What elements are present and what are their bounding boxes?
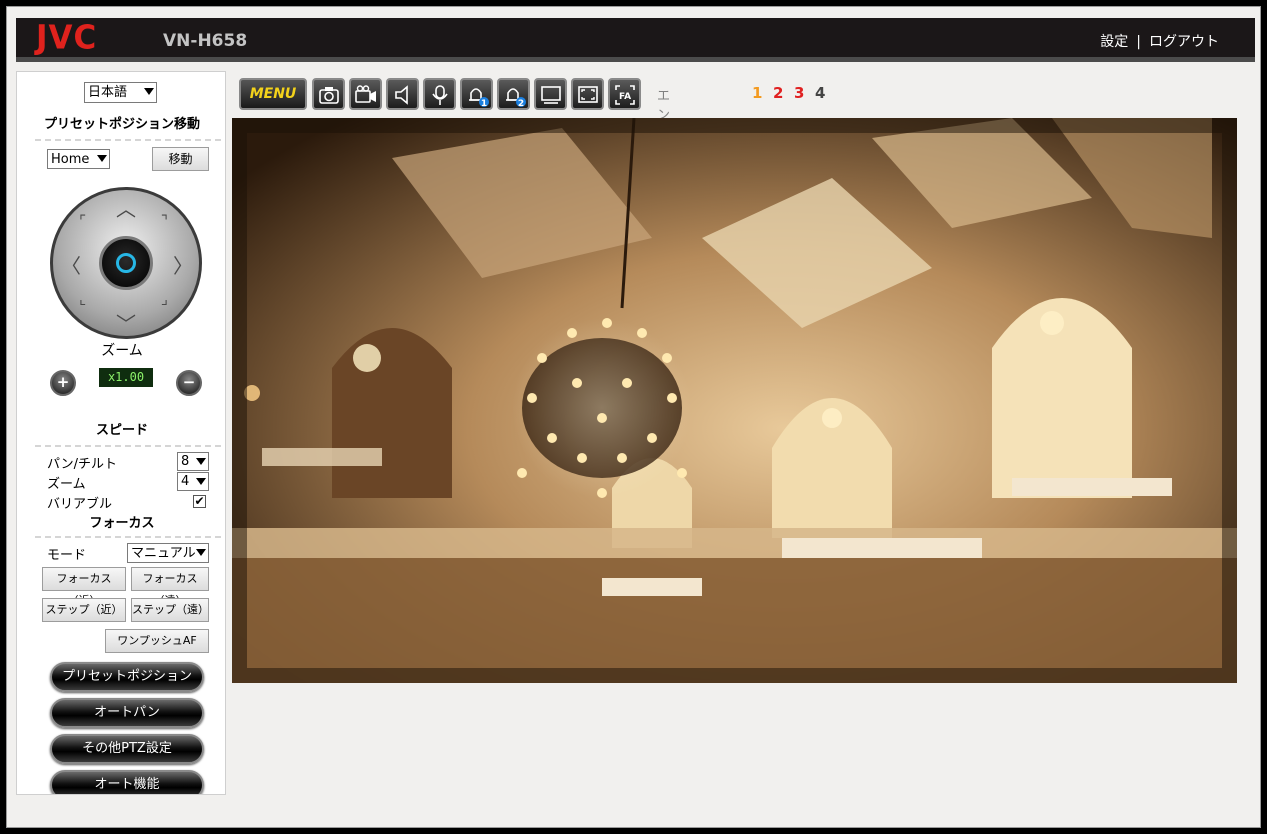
- chevron-down-icon: [196, 458, 206, 465]
- alarm-2-badge: 2: [518, 99, 524, 108]
- alarm-2-icon[interactable]: 2: [497, 78, 530, 110]
- live-video-view[interactable]: [232, 118, 1237, 683]
- arrow-down-icon[interactable]: ﹀: [116, 308, 136, 337]
- encoder-3-link[interactable]: 3: [794, 84, 804, 102]
- encoder-1-link[interactable]: 1: [752, 84, 762, 102]
- other-ptz-settings-button[interactable]: その他PTZ設定: [50, 734, 204, 764]
- auto-function-button[interactable]: オート機能: [50, 770, 204, 794]
- zoom-title: ズーム: [101, 343, 143, 359]
- preset-select[interactable]: Home: [47, 149, 110, 169]
- focus-far-button[interactable]: フォーカス（遠）: [131, 567, 209, 607]
- step-far-button[interactable]: ステップ（遠）: [131, 598, 209, 622]
- chevron-down-icon: [144, 88, 154, 95]
- divider: [35, 536, 221, 538]
- zoom-value-display: x1.00: [99, 368, 153, 387]
- arrow-down-right-icon[interactable]: ⌟: [161, 290, 168, 308]
- zoom-in-button[interactable]: +: [50, 370, 76, 396]
- zoom-speed-select[interactable]: 4: [177, 472, 209, 491]
- arrow-left-icon[interactable]: 〈: [61, 250, 81, 279]
- focus-mode-value: マニュアル: [131, 546, 196, 561]
- menu-button[interactable]: MENU: [239, 78, 307, 110]
- divider: [35, 139, 221, 141]
- lens-icon: [116, 253, 136, 273]
- fa-icon[interactable]: FA: [608, 78, 641, 110]
- alarm-1-icon[interactable]: 1: [460, 78, 493, 110]
- pan-tilt-speed-value: 8: [181, 454, 190, 469]
- arrow-down-left-icon[interactable]: ⌞: [79, 290, 86, 308]
- arrow-right-icon[interactable]: 〉: [173, 250, 193, 279]
- header-links: 設定 | ログアウト: [1100, 31, 1219, 51]
- one-push-af-button[interactable]: ワンプッシュAF: [105, 629, 209, 653]
- preset-select-value: Home: [51, 152, 90, 167]
- screen-icon[interactable]: [534, 78, 567, 110]
- encoder-2-link[interactable]: 2: [773, 84, 783, 102]
- chevron-down-icon: [196, 549, 206, 556]
- focus-mode-label: モード: [47, 548, 87, 563]
- video-image: [232, 118, 1237, 683]
- fa-label: FA: [619, 92, 631, 102]
- speed-title: スピード: [95, 423, 148, 438]
- preset-move-title: プリセットポジション移動: [43, 117, 200, 132]
- variable-label: バリアブル: [47, 497, 113, 512]
- joystick-center-button[interactable]: [99, 236, 153, 290]
- step-near-button[interactable]: ステップ（近）: [42, 598, 126, 622]
- zoom-speed-value: 4: [181, 474, 190, 489]
- zoom-out-button[interactable]: −: [176, 370, 202, 396]
- arrow-up-left-icon[interactable]: ⌜: [79, 212, 86, 230]
- settings-link[interactable]: 設定: [1100, 34, 1128, 50]
- fit-screen-icon[interactable]: [571, 78, 604, 110]
- speaker-icon[interactable]: [386, 78, 419, 110]
- microphone-icon[interactable]: [423, 78, 456, 110]
- record-icon[interactable]: [349, 78, 382, 110]
- variable-checkbox[interactable]: ✔: [193, 495, 206, 508]
- language-select[interactable]: 日本語: [84, 82, 157, 103]
- alarm-1-badge: 1: [481, 99, 487, 108]
- chevron-down-icon: [97, 155, 107, 162]
- arrow-up-icon[interactable]: ︿: [116, 193, 136, 222]
- pan-tilt-label: パン/チルト: [47, 457, 118, 472]
- pan-tilt-speed-select[interactable]: 8: [177, 452, 209, 471]
- focus-title: フォーカス: [89, 516, 155, 531]
- preset-position-button[interactable]: プリセットポジション: [50, 662, 204, 692]
- snapshot-icon[interactable]: [312, 78, 345, 110]
- chevron-down-icon: [196, 478, 206, 485]
- auto-pan-button[interactable]: オートパン: [50, 698, 204, 728]
- app-frame: JVC VN-H658 設定 | ログアウト 日本語 プリセットポジション移動 Ho…: [6, 6, 1261, 828]
- language-select-value: 日本語: [88, 85, 128, 100]
- header-separator: |: [1136, 34, 1141, 50]
- ptz-joystick[interactable]: ︿ ﹀ 〈 〉 ⌜ ⌝ ⌞ ⌟: [50, 187, 202, 339]
- jvc-logo: JVC: [36, 19, 98, 57]
- model-name: VN-H658: [163, 31, 248, 51]
- ptz-sidebar: 日本語 プリセットポジション移動 Home 移動 ︿ ﹀ 〈 〉 ⌜ ⌝ ⌞ ⌟…: [16, 71, 226, 795]
- move-button[interactable]: 移動: [152, 147, 209, 171]
- encoder-4-link[interactable]: 4: [815, 84, 825, 102]
- arrow-up-right-icon[interactable]: ⌝: [161, 212, 168, 230]
- divider: [35, 445, 221, 447]
- header-bar: JVC VN-H658 設定 | ログアウト: [16, 18, 1255, 62]
- focus-mode-select[interactable]: マニュアル: [127, 543, 209, 563]
- focus-near-button[interactable]: フォーカス（近）: [42, 567, 126, 607]
- logout-link[interactable]: ログアウト: [1149, 34, 1219, 50]
- zoom-speed-label: ズーム: [47, 477, 86, 492]
